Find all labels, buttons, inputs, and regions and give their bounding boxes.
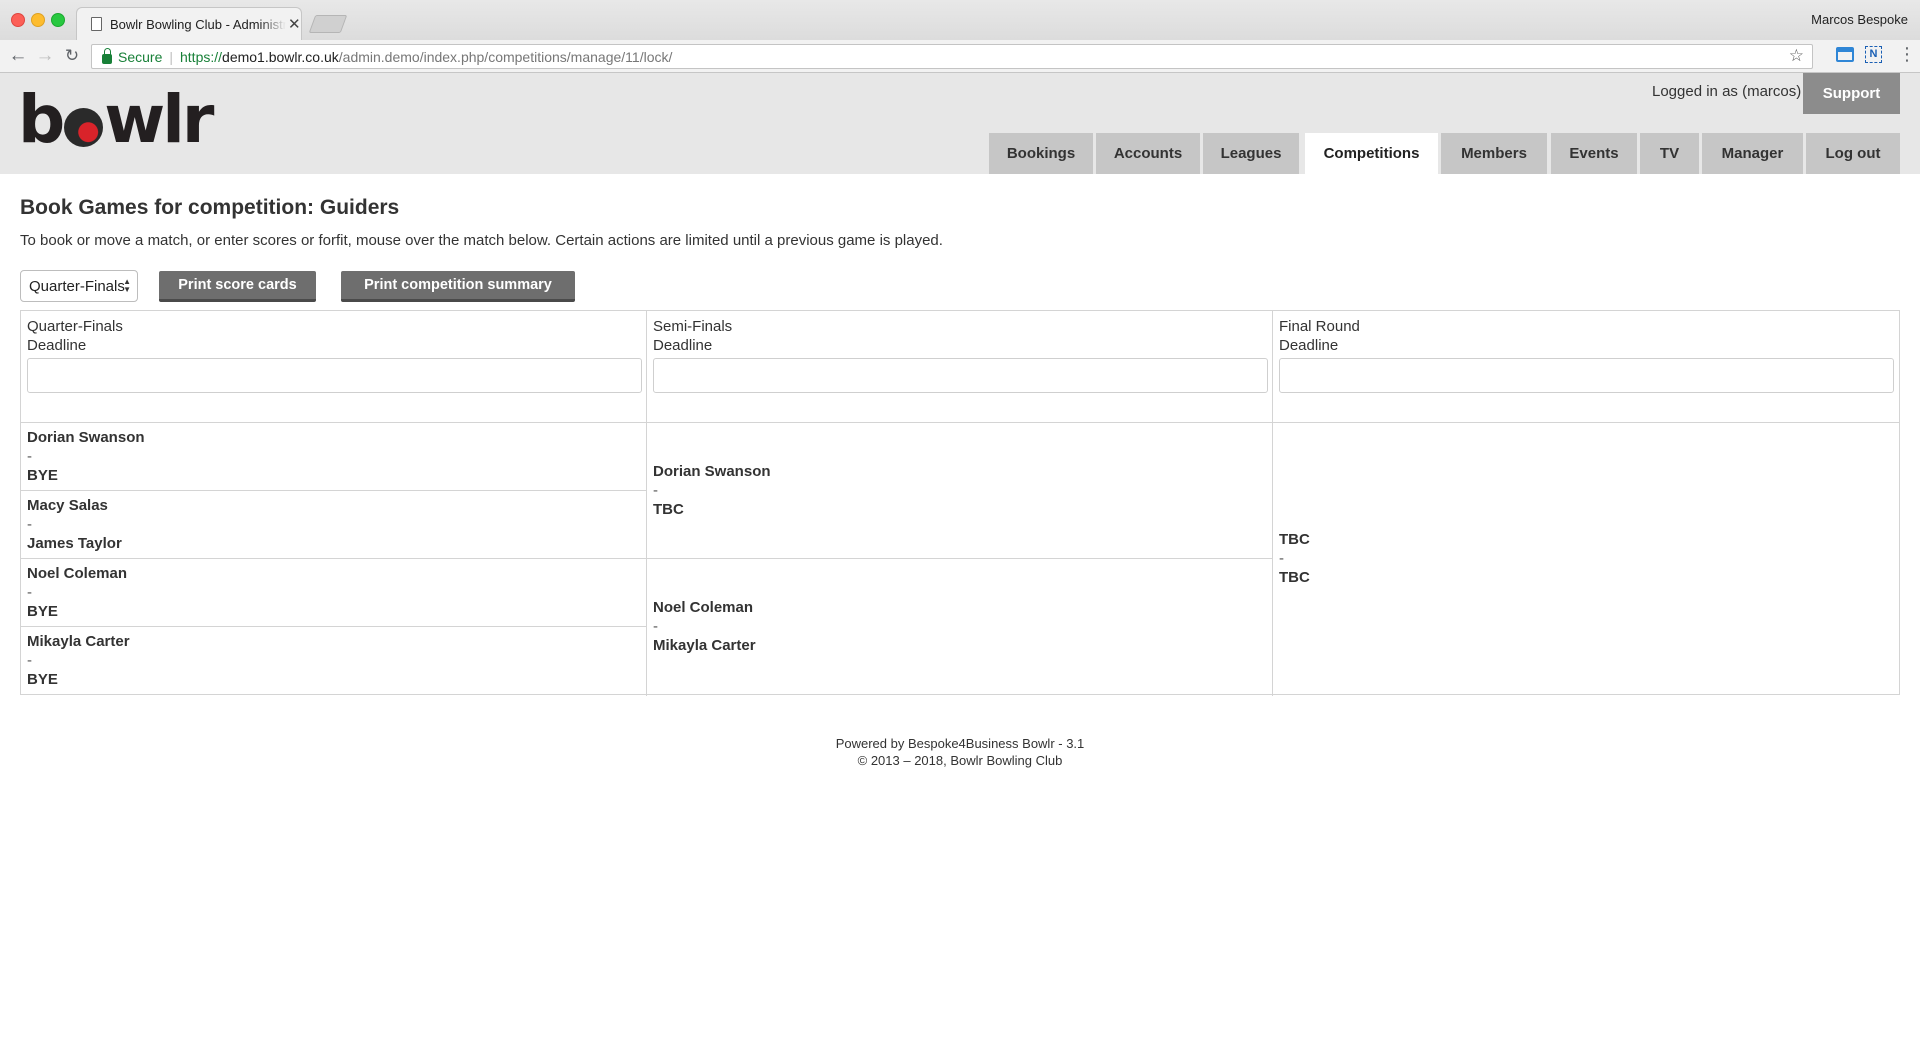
deadline-label: Deadline [27, 337, 87, 354]
match-home-player: TBC [1279, 531, 1310, 548]
match-away-player: James Taylor [27, 535, 122, 552]
match-card[interactable]: Noel Coleman - BYE [21, 559, 646, 627]
window-minimize-button[interactable] [31, 13, 45, 27]
match-separator: - [653, 482, 658, 499]
instructions-text: To book or move a match, or enter scores… [20, 232, 943, 249]
print-competition-summary-button[interactable]: Print competition summary [341, 271, 575, 302]
match-card[interactable]: Noel Coleman - Mikayla Carter [647, 559, 1272, 696]
window-close-button[interactable] [11, 13, 25, 27]
browser-profile-name[interactable]: Marcos Bespoke [1811, 12, 1908, 27]
round-column-final: Final Round Deadline TBC - TBC [1273, 311, 1899, 696]
lock-icon [102, 47, 112, 64]
round-name: Semi-Finals [653, 318, 733, 335]
competition-bracket: Quarter-Finals Deadline Dorian Swanson -… [20, 310, 1900, 696]
match-separator: - [27, 516, 32, 533]
forward-arrow-icon[interactable]: → [33, 44, 57, 68]
browser-tab-active[interactable]: Bowlr Bowling Club - Administration ✕ [76, 7, 302, 40]
deadline-input-quarter-finals[interactable] [27, 358, 642, 393]
back-arrow-icon[interactable]: ← [6, 44, 30, 68]
reload-icon[interactable]: ↻ [60, 44, 84, 68]
nav-members[interactable]: Members [1441, 133, 1547, 174]
browser-toolbar: ← → ↻ Secure | https://demo1.bowlr.co.uk… [0, 40, 1920, 73]
match-separator: - [1279, 550, 1284, 567]
match-home-player: Noel Coleman [27, 565, 128, 582]
match-home-player: Dorian Swanson [653, 463, 771, 480]
page-icon [91, 17, 102, 31]
url-separator: | [169, 48, 173, 65]
nav-logout[interactable]: Log out [1806, 133, 1900, 174]
nav-manager[interactable]: Manager [1702, 133, 1803, 174]
logged-in-status: Logged in as (marcos) [1652, 83, 1802, 100]
round-select[interactable]: Quarter-Finals ▲ ▼ [20, 270, 138, 302]
print-score-cards-button[interactable]: Print score cards [159, 271, 316, 302]
bookmark-star-icon[interactable]: ☆ [1789, 46, 1804, 66]
match-card[interactable]: Mikayla Carter - BYE [21, 627, 646, 696]
url-host: demo1.bowlr.co.uk [222, 48, 339, 65]
page-title: Book Games for competition: Guiders [20, 196, 400, 219]
match-home-player: Dorian Swanson [27, 429, 145, 446]
tab-close-icon[interactable]: ✕ [288, 15, 301, 33]
round-header: Quarter-Finals Deadline [21, 311, 646, 423]
powered-by-text: Powered by Bespoke4Business Bowlr - 3.1 [835, 736, 1085, 751]
match-away-player: BYE [27, 467, 58, 484]
match-card[interactable]: TBC - TBC [1273, 423, 1899, 696]
deadline-input-final-round[interactable] [1279, 358, 1894, 393]
copyright-text: © 2013 – 2018, Bowlr Bowling Club [857, 753, 1063, 768]
match-separator: - [27, 652, 32, 669]
round-name: Final Round [1279, 318, 1360, 335]
browser-menu-icon[interactable]: ⋮ [1898, 43, 1916, 65]
extension-n-icon[interactable]: N [1865, 46, 1882, 63]
main-navigation: Bookings Accounts Leagues Competitions M… [0, 133, 1920, 174]
nav-bookings[interactable]: Bookings [989, 133, 1093, 174]
nav-events[interactable]: Events [1551, 133, 1637, 174]
nav-accounts[interactable]: Accounts [1096, 133, 1200, 174]
match-separator: - [27, 584, 32, 601]
support-button[interactable]: Support [1803, 73, 1900, 114]
match-home-player: Mikayla Carter [27, 633, 130, 650]
round-column-quarter-finals: Quarter-Finals Deadline Dorian Swanson -… [21, 311, 647, 696]
nav-leagues[interactable]: Leagues [1203, 133, 1299, 174]
extension-calendar-icon[interactable] [1836, 47, 1854, 62]
match-away-player: Mikayla Carter [653, 637, 756, 654]
match-home-player: Macy Salas [27, 497, 108, 514]
address-bar[interactable]: Secure | https://demo1.bowlr.co.uk/admin… [91, 44, 1813, 69]
match-separator: - [653, 618, 658, 635]
match-home-player: Noel Coleman [653, 599, 754, 616]
round-column-semi-finals: Semi-Finals Deadline Dorian Swanson - TB… [647, 311, 1273, 696]
browser-titlebar: Bowlr Bowling Club - Administration ✕ Ma… [0, 0, 1920, 40]
match-away-player: BYE [27, 671, 58, 688]
match-card[interactable]: Dorian Swanson - BYE [21, 423, 646, 491]
match-separator: - [27, 448, 32, 465]
nav-competitions[interactable]: Competitions [1305, 133, 1438, 174]
url-path: /admin.demo/index.php/competitions/manag… [338, 48, 673, 65]
nav-tv[interactable]: TV [1640, 133, 1699, 174]
match-away-player: TBC [653, 501, 684, 518]
match-away-player: BYE [27, 603, 58, 620]
url-scheme: https:// [180, 48, 223, 65]
round-name: Quarter-Finals [27, 318, 123, 335]
round-header: Semi-Finals Deadline [647, 311, 1272, 423]
deadline-label: Deadline [653, 337, 713, 354]
deadline-input-semi-finals[interactable] [653, 358, 1268, 393]
page-footer: Powered by Bespoke4Business Bowlr - 3.1 … [0, 735, 1920, 769]
match-card[interactable]: Dorian Swanson - TBC [647, 423, 1272, 559]
round-select-value: Quarter-Finals [29, 277, 125, 295]
match-card[interactable]: Macy Salas - James Taylor [21, 491, 646, 559]
round-header: Final Round Deadline [1273, 311, 1899, 423]
select-arrows-icon: ▲ ▼ [123, 277, 131, 294]
match-away-player: TBC [1279, 569, 1310, 586]
secure-label: Secure [118, 48, 163, 65]
site-header: b wlr Logged in as (marcos) Support Booki… [0, 73, 1920, 174]
new-tab-button[interactable] [308, 15, 348, 33]
tab-title: Bowlr Bowling Club - Administration [110, 16, 286, 32]
deadline-label: Deadline [1279, 337, 1339, 354]
window-maximize-button[interactable] [51, 13, 65, 27]
